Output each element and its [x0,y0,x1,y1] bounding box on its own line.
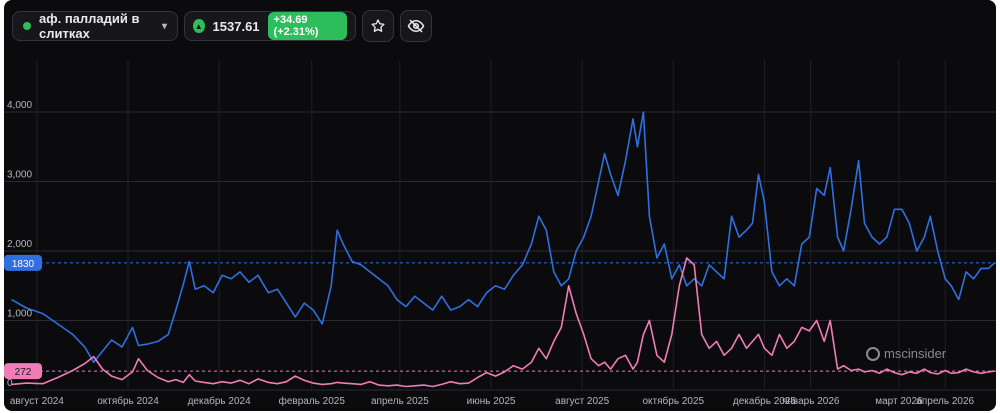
hide-button[interactable] [400,10,432,42]
favorite-button[interactable] [362,10,394,42]
x-tick-label: октябрь 2024 [97,395,159,407]
x-tick-label: июнь 2025 [467,396,516,407]
x-tick-label: январь 2026 [782,396,840,407]
asset-selector[interactable]: аф. палладий в слитках ▾ [12,11,178,41]
current-price: 1537.61 [212,18,260,34]
toolbar: аф. палладий в слитках ▾ ▲ 1537.61 +34.6… [12,10,432,42]
x-tick-label: февраль 2025 [279,395,346,407]
series-line-1 [11,111,996,363]
status-dot [23,22,31,30]
price-display: ▲ 1537.61 +34.69 (+2.31%) [184,11,356,41]
x-tick-label: апрель 2026 [916,396,974,407]
x-tick-label: август 2024 [10,396,64,407]
chevron-down-icon: ▾ [161,20,167,32]
asset-label: аф. палладий в слитках [39,11,140,41]
star-icon [371,19,385,32]
y-tick-label: 4,000 [7,100,32,111]
watermark-logo-icon [866,346,880,361]
x-tick-label: октябрь 2025 [643,395,705,407]
watermark-text: mscinsider [884,346,947,361]
chart-panel: 1830 272 0 1,000 2,000 3,000 4,000 август 2024… [4,0,996,411]
y-tick-label: 3,000 [7,170,32,181]
y-tick-label: 0 [7,378,13,389]
y-tick-label: 2,000 [7,239,32,250]
last-value-label-2: 272 [15,367,32,378]
y-tick-label: 1,000 [7,309,32,320]
last-value-label-1: 1830 [12,259,35,270]
series-lines: 1830 272 [4,111,996,388]
x-tick-label: апрель 2025 [371,396,429,407]
grid [4,60,996,391]
x-tick-label: декабрь 2024 [188,395,252,407]
watermark: mscinsider [866,346,946,361]
price-change-badge: +34.69 (+2.31%) [267,12,347,40]
x-tick-label: август 2025 [555,396,609,407]
price-chart[interactable]: 1830 272 0 1,000 2,000 3,000 4,000 август 2024… [4,0,996,411]
series-line-2 [11,257,995,388]
triangle-up-icon: ▲ [193,19,205,33]
eye-off-icon [407,19,425,33]
